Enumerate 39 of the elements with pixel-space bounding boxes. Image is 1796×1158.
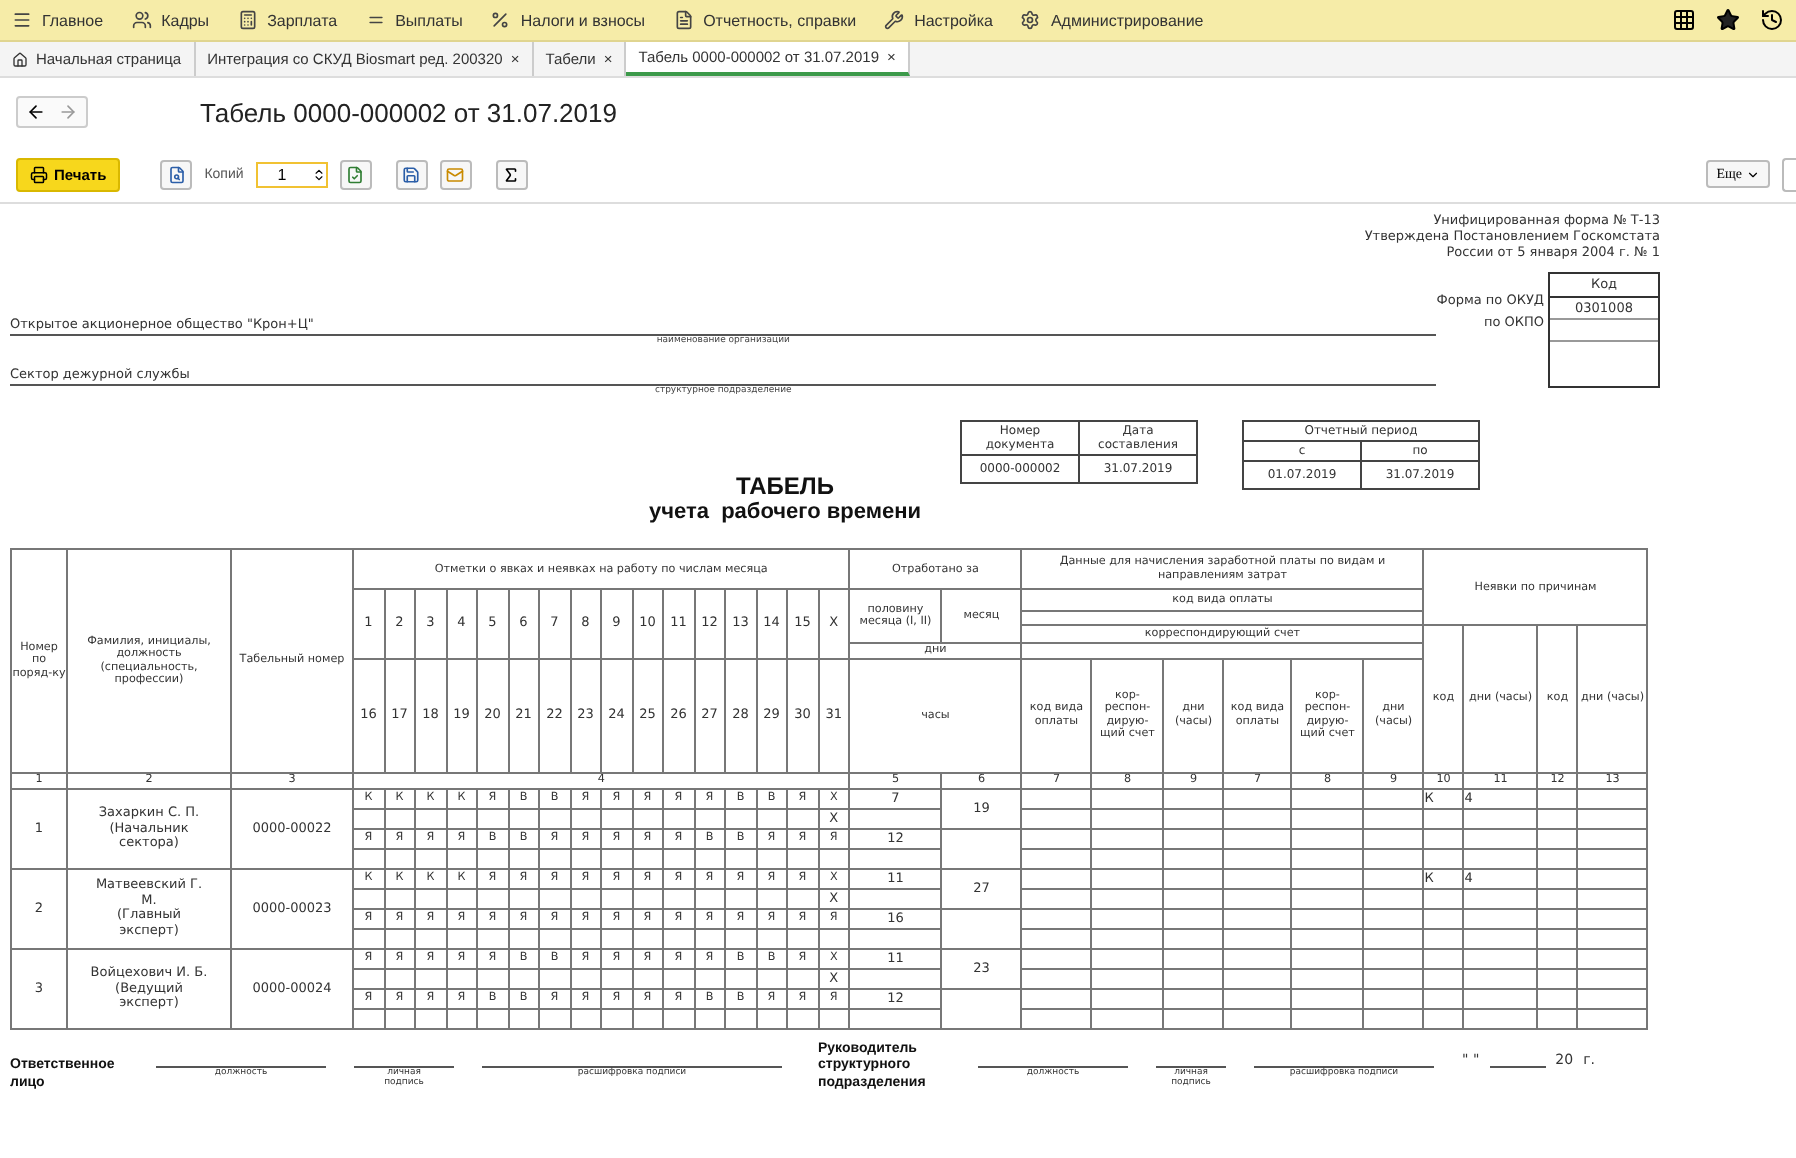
sigma-icon — [502, 165, 521, 183]
menu-item[interactable]: Налоги и взносы — [490, 10, 646, 30]
settings-icon — [1020, 10, 1041, 30]
printer-icon — [30, 165, 48, 183]
preview-button[interactable] — [160, 159, 193, 189]
percent-icon — [490, 10, 511, 30]
document-icon — [673, 10, 694, 30]
form-title: ТАБЕЛЬ — [736, 472, 834, 501]
star-icon[interactable] — [1716, 8, 1740, 32]
menu-item[interactable]: Отчетность, справки — [673, 10, 857, 30]
home-icon — [12, 51, 28, 67]
back-arrow-icon[interactable] — [26, 102, 46, 122]
save-icon — [402, 165, 421, 183]
document-check-icon — [346, 165, 365, 183]
preview-icon — [167, 165, 186, 183]
menu-icon — [12, 10, 32, 30]
menu-item[interactable]: Главное — [12, 10, 104, 30]
wrench-icon — [884, 10, 905, 30]
envelope-icon — [446, 165, 465, 183]
menu-item[interactable]: Администрирование — [1020, 10, 1204, 30]
people-icon — [131, 10, 152, 30]
mail-button[interactable] — [439, 159, 472, 189]
navigation-buttons[interactable] — [16, 96, 88, 128]
sum-button[interactable] — [495, 159, 528, 189]
document-title: Табель 0000-000002 от 31.07.2019 — [200, 97, 617, 127]
menu-item[interactable]: Настройка — [884, 10, 993, 30]
save-button[interactable] — [395, 159, 428, 189]
copies-field[interactable]: 1 — [255, 161, 328, 187]
calculator-icon — [237, 10, 258, 30]
forward-arrow-icon[interactable] — [58, 102, 78, 122]
spinner-icon[interactable] — [311, 167, 326, 181]
form-subtitle: учета рабочего времени — [648, 500, 921, 525]
history-icon[interactable] — [1760, 8, 1784, 32]
check-button[interactable] — [339, 159, 372, 189]
menu-item[interactable]: Выплаты — [365, 10, 463, 30]
caret-icon — [1746, 167, 1760, 181]
menu-item[interactable]: Кадры — [131, 10, 210, 30]
menu-item[interactable]: Зарплата — [237, 10, 338, 30]
apps-grid-icon[interactable] — [1672, 8, 1696, 32]
